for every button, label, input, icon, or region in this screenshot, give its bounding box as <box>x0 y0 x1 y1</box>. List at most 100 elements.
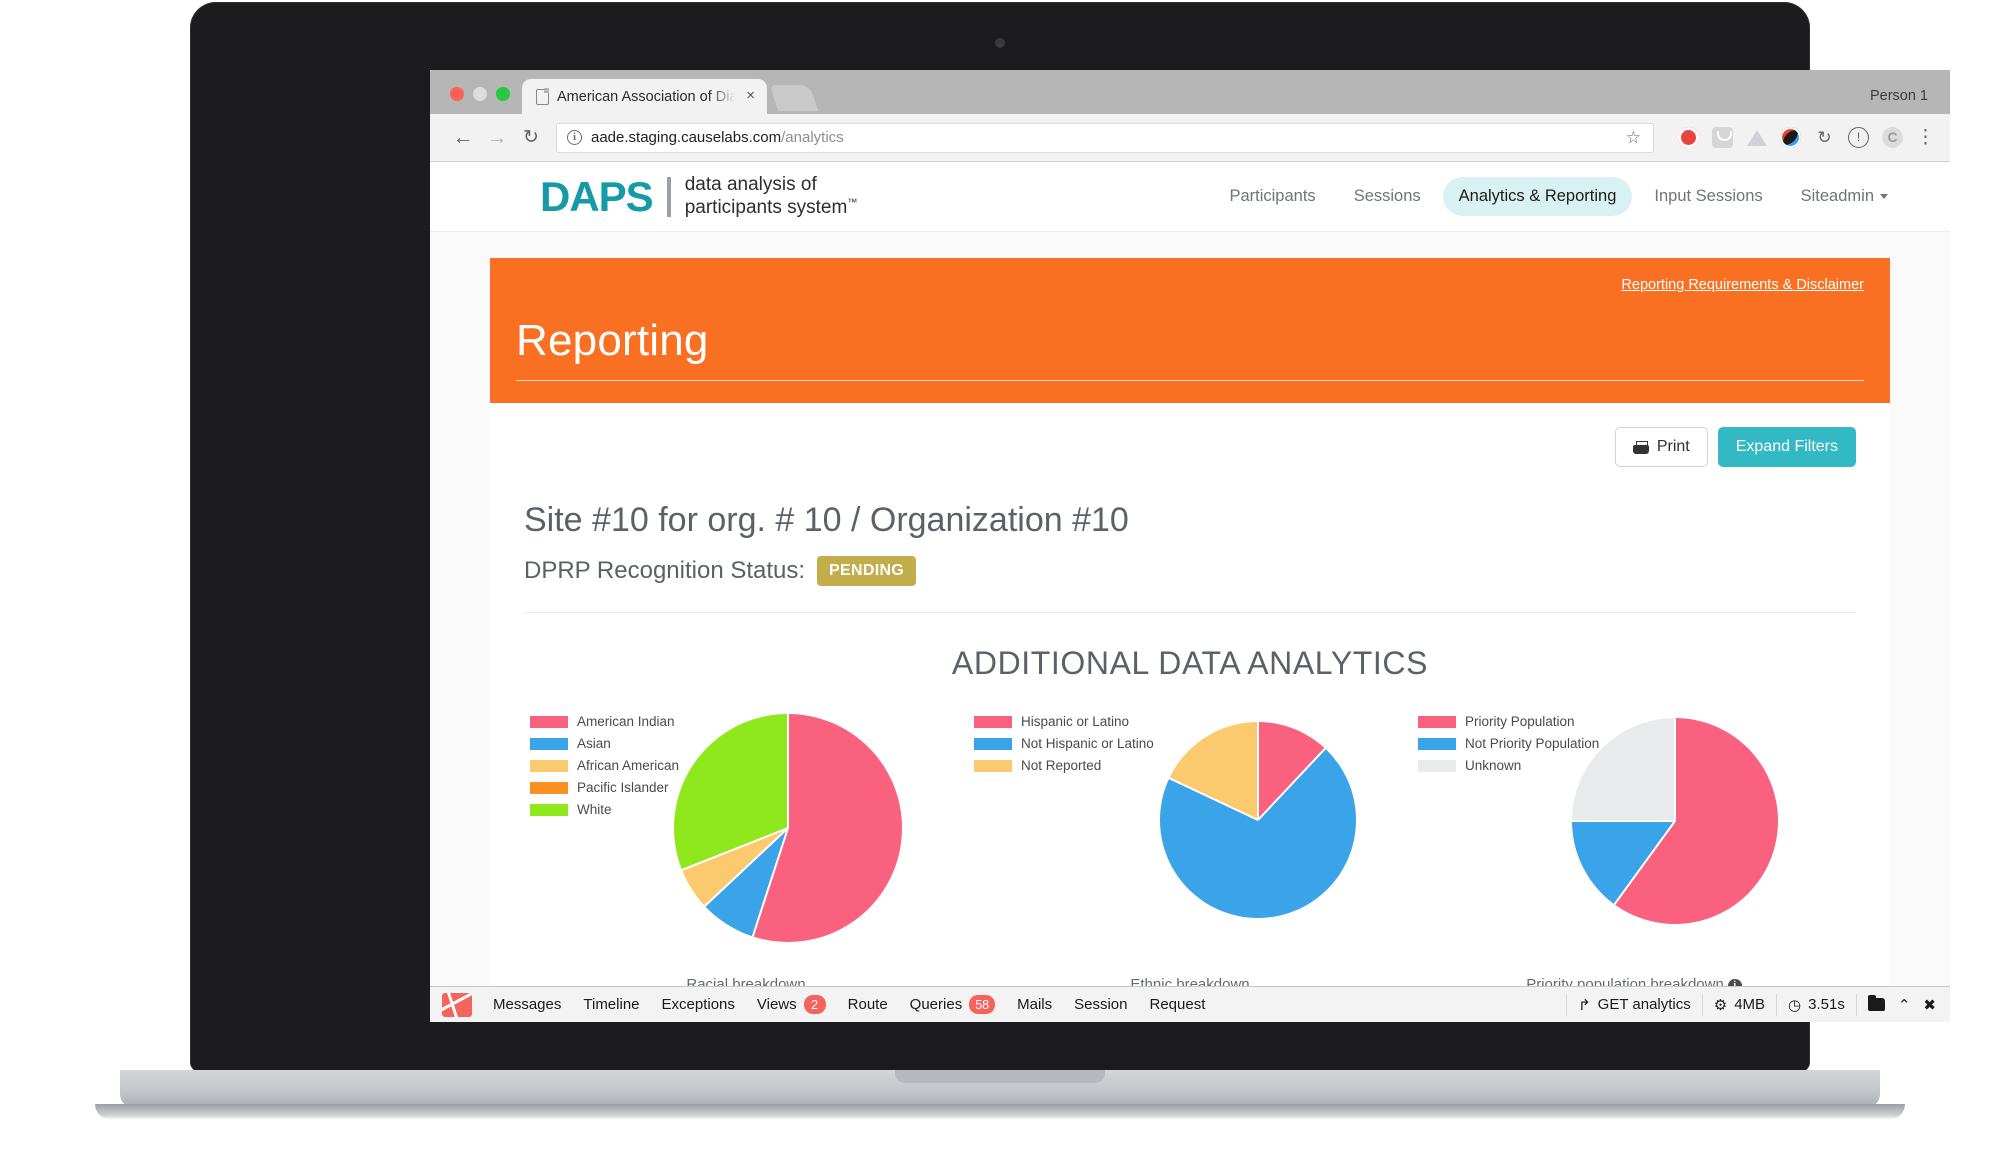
site-info-icon[interactable]: i <box>567 130 582 145</box>
laravel-logo-icon <box>442 992 472 1017</box>
legend-item: Not Reported <box>974 758 1154 773</box>
back-icon[interactable]: ← <box>446 127 480 148</box>
debugbar-badge: 2 <box>803 995 826 1014</box>
laptop-base-shadow <box>95 1104 1905 1120</box>
chart-canvas: Priority Population Not Priority Populat… <box>1412 704 1856 954</box>
page-viewport: DAPS data analysis of participants syste… <box>430 162 1950 1022</box>
legend-item: Hispanic or Latino <box>974 714 1154 729</box>
webcam <box>995 38 1005 48</box>
legend-label: Priority Population <box>1465 714 1575 729</box>
debugbar-label: Timeline <box>583 996 640 1013</box>
debugbar-item-mails[interactable]: Mails <box>1006 996 1063 1013</box>
legend-label: Hispanic or Latino <box>1021 714 1130 729</box>
debugbar-label: Route <box>847 996 888 1013</box>
page-icon <box>536 88 550 105</box>
legend-label: American Indian <box>577 714 675 729</box>
camera-icon[interactable] <box>1780 127 1801 148</box>
legend-label: Unknown <box>1465 758 1522 773</box>
analytics-section-title: ADDITIONAL DATA ANALYTICS <box>951 645 1429 681</box>
legend-label: Pacific Islander <box>577 780 669 795</box>
close-icon[interactable]: ✖ <box>1923 996 1936 1014</box>
extension-icons: ↻ ! C ⋮ <box>1664 127 1935 148</box>
chrome-browser-window: American Association of Diabe × Person 1… <box>430 70 1950 1022</box>
folder-icon[interactable] <box>1867 995 1885 1011</box>
close-icon[interactable]: × <box>744 86 757 107</box>
pie-slice-divider <box>1613 820 1676 905</box>
section-divider <box>524 612 1856 613</box>
debugbar-item-messages[interactable]: Messages <box>482 996 572 1013</box>
logo-tagline-line1: data analysis of <box>684 174 817 196</box>
debugbar-item-request[interactable]: Request <box>1139 996 1217 1013</box>
new-tab-button[interactable] <box>769 85 819 111</box>
browser-toolbar: ← → ↻ i aade.staging.causelabs.com/analy… <box>430 114 1950 162</box>
legend-swatch <box>1418 737 1456 750</box>
reload-icon[interactable]: ↻ <box>514 128 548 147</box>
close-window-button[interactable] <box>450 87 464 101</box>
legend-item: Priority Population <box>1418 714 1599 729</box>
reporting-header: Reporting Requirements & Disclaimer Repo… <box>490 258 1890 403</box>
nav-item-sessions[interactable]: Sessions <box>1338 177 1437 216</box>
debugbar-request-info[interactable]: ↱ GET analytics <box>1566 993 1702 1016</box>
title-rule <box>516 380 1864 381</box>
address-bar[interactable]: i aade.staging.causelabs.com/analytics ☆ <box>556 122 1654 153</box>
minimize-window-button[interactable] <box>473 87 487 101</box>
debugbar-item-exceptions[interactable]: Exceptions <box>651 996 746 1013</box>
tab-title: American Association of Diabe <box>557 88 737 105</box>
trademark-symbol: ™ <box>847 197 858 209</box>
forward-icon[interactable]: → <box>480 127 514 148</box>
debugbar-item-views[interactable]: Views 2 <box>746 995 837 1014</box>
chrome-menu-icon[interactable]: ⋮ <box>1916 128 1935 147</box>
nav-item-siteadmin-label: Siteadmin <box>1800 187 1874 205</box>
pocket-icon[interactable] <box>1712 127 1733 148</box>
sync-icon[interactable]: ↻ <box>1814 127 1835 148</box>
daps-logo[interactable]: DAPS data analysis of participants syste… <box>540 174 857 219</box>
drive-icon[interactable] <box>1746 127 1767 148</box>
reporting-requirements-link[interactable]: Reporting Requirements & Disclaimer <box>1621 277 1864 293</box>
laptop-lid: American Association of Diabe × Person 1… <box>190 2 1950 1072</box>
debugbar-controls: ⌃ ✖ <box>1855 993 1950 1016</box>
nav-item-participants[interactable]: Participants <box>1213 177 1331 216</box>
bookmark-star-icon[interactable]: ☆ <box>1626 128 1643 148</box>
debugbar-item-route[interactable]: Route <box>837 996 899 1013</box>
print-button[interactable]: Print <box>1614 427 1708 467</box>
debugbar-memory-info[interactable]: ⚙ 4MB <box>1701 993 1776 1016</box>
legend-item: Not Priority Population <box>1418 736 1599 751</box>
debugbar-label: Exceptions <box>661 996 735 1013</box>
debugbar-time-info[interactable]: ◷ 3.51s <box>1776 993 1856 1016</box>
legend-swatch <box>530 759 568 772</box>
site-navbar: DAPS data analysis of participants syste… <box>430 162 1950 232</box>
disclaimer-row: Reporting Requirements & Disclaimer <box>516 276 1864 294</box>
nav-item-siteadmin[interactable]: Siteadmin <box>1785 177 1904 216</box>
alert-icon[interactable]: ! <box>1848 127 1869 148</box>
debugbar-label: Messages <box>493 996 562 1013</box>
browser-tab[interactable]: American Association of Diabe × <box>522 79 767 114</box>
maximize-window-button[interactable] <box>496 87 510 101</box>
legend-swatch <box>974 737 1012 750</box>
pie-slice-divider <box>1257 722 1259 820</box>
chart-racial-breakdown: American Indian Asian African American P… <box>524 704 968 993</box>
legend-label: Not Hispanic or Latino <box>1021 736 1154 751</box>
expand-filters-button[interactable]: Expand Filters <box>1717 427 1856 467</box>
pie-slice-divider <box>1572 820 1675 822</box>
printer-icon <box>1632 440 1649 454</box>
laptop-base <box>120 1070 1880 1108</box>
site-heading: Site #10 for org. # 10 / Organization #1… <box>524 501 1129 539</box>
url-path: /analytics <box>781 129 844 146</box>
colorzilla-icon[interactable]: C <box>1882 127 1903 148</box>
debugbar-item-session[interactable]: Session <box>1063 996 1138 1013</box>
nav-item-input-sessions[interactable]: Input Sessions <box>1638 177 1778 216</box>
debugbar-item-timeline[interactable]: Timeline <box>572 996 650 1013</box>
chevron-up-icon[interactable]: ⌃ <box>1898 996 1911 1014</box>
legend-item: White <box>530 802 679 817</box>
legend-item: African American <box>530 758 679 773</box>
pie-chart <box>1572 718 1778 924</box>
legend-item: Unknown <box>1418 758 1599 773</box>
legend-label: Asian <box>577 736 611 751</box>
nav-item-analytics-reporting[interactable]: Analytics & Reporting <box>1442 177 1633 216</box>
debugbar-item-queries[interactable]: Queries 58 <box>899 995 1006 1014</box>
adblock-icon[interactable] <box>1678 127 1699 148</box>
status-badge: PENDING <box>817 556 917 586</box>
profile-button[interactable]: Person 1 <box>1870 88 1928 104</box>
debugbar-label: Request <box>1149 996 1206 1013</box>
logo-tagline-line2: participants system <box>684 196 848 218</box>
